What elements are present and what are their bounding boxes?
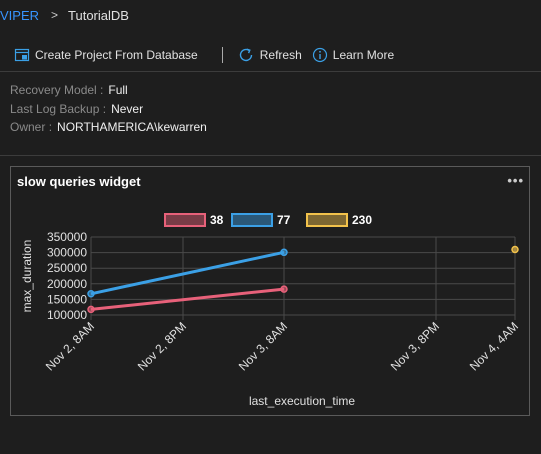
- legend-label: 77: [277, 213, 291, 227]
- database-properties: Recovery Model : Full Last Log Backup : Ne…: [10, 81, 207, 137]
- breadcrumb-server-link[interactable]: VIPER: [0, 8, 39, 23]
- property-separator: :: [102, 101, 107, 116]
- property-recovery-model: Recovery Model : Full: [10, 81, 207, 100]
- breadcrumb-database: TutorialDB: [68, 7, 129, 23]
- data-point-230: [511, 245, 519, 254]
- create-project-label: Create Project From Database: [35, 48, 198, 62]
- property-separator: :: [48, 120, 53, 134]
- x-tick-label: Nov 3, 8PM: [388, 319, 442, 373]
- slow-queries-widget: slow queries widget ••• 100000 150000 2000…: [10, 166, 530, 416]
- property-key: Recovery Model: [10, 83, 97, 97]
- chevron-right-icon: >: [51, 8, 59, 22]
- legend-label: 230: [352, 213, 372, 227]
- database-project-icon: [14, 48, 30, 62]
- data-point-77: [87, 290, 95, 298]
- property-separator: :: [100, 83, 104, 97]
- x-tick-label: Nov 4, 4AM: [467, 319, 521, 373]
- y-tick-label: 200000: [47, 277, 87, 291]
- data-point-77: [280, 248, 288, 257]
- property-value: Never: [111, 101, 144, 116]
- x-tick-label: Nov 3, 8AM: [236, 319, 290, 373]
- series-line-77: [90, 250, 285, 296]
- property-key: Owner: [10, 120, 46, 134]
- x-tick-label: Nov 2, 8AM: [43, 319, 97, 373]
- create-project-button[interactable]: Create Project From Database: [14, 43, 198, 67]
- refresh-icon: [239, 48, 252, 62]
- property-key: Last Log Backup: [10, 101, 100, 116]
- divider: [0, 155, 541, 156]
- legend-swatch: [231, 213, 273, 227]
- legend-label: 38: [210, 213, 224, 227]
- toolbar: Create Project From Database Refresh Lea…: [0, 40, 541, 70]
- divider: [0, 71, 541, 72]
- data-point-38: [87, 305, 95, 314]
- info-icon: [312, 47, 327, 63]
- x-axis-title: last_execution_time: [249, 394, 355, 408]
- learn-more-label: Learn More: [332, 48, 395, 62]
- line-chart: 100000 150000200000 250000300000 350000 Nov …: [20, 213, 521, 408]
- property-last-log-backup: Last Log Backup : Never: [10, 100, 207, 119]
- y-tick-label: 100000: [47, 308, 87, 322]
- property-owner: Owner : NORTHAMERICA\kewarren: [10, 118, 207, 137]
- refresh-button[interactable]: Refresh: [237, 43, 302, 67]
- property-value: NORTHAMERICA\kewarren: [57, 120, 207, 134]
- toolbar-divider: [221, 47, 223, 63]
- y-axis-title: max_duration: [20, 240, 34, 313]
- legend-swatch: [306, 213, 348, 227]
- breadcrumb: VIPER > TutorialDB: [0, 0, 129, 30]
- data-point-38: [280, 285, 288, 293]
- refresh-label: Refresh: [259, 48, 302, 62]
- y-tick-label: 150000: [47, 292, 87, 306]
- legend-swatch: [164, 213, 206, 227]
- learn-more-button[interactable]: Learn More: [312, 43, 394, 67]
- property-value: Full: [108, 83, 128, 97]
- y-tick-label: 250000: [47, 261, 87, 275]
- x-tick-label: Nov 2, 8PM: [135, 319, 189, 373]
- y-tick-label: 300000: [47, 246, 87, 260]
- y-tick-label: 350000: [47, 230, 87, 244]
